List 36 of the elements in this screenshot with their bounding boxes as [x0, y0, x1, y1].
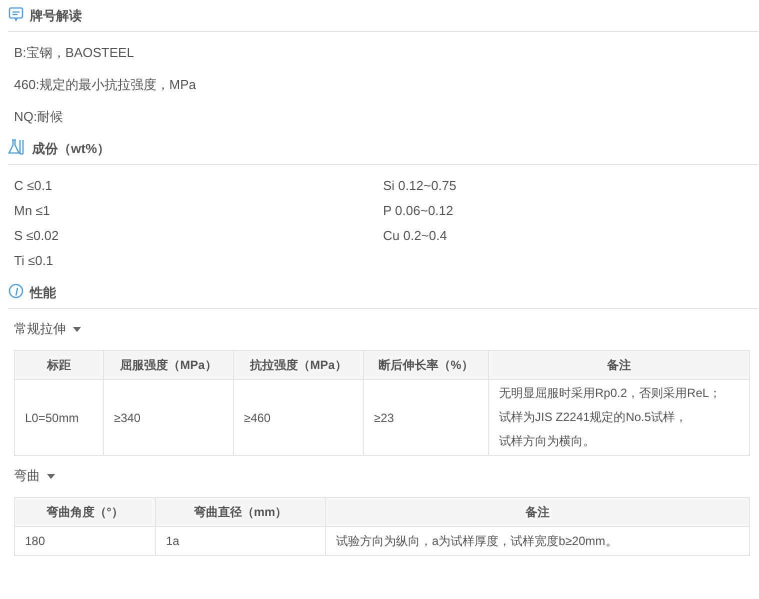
- table-cell: 180: [14, 526, 156, 556]
- element-content: Si 0.12~0.75: [383, 177, 458, 195]
- column-header: 断后伸长率（%）: [364, 350, 488, 380]
- caret-icon: [47, 474, 55, 478]
- table-cell: ≥340: [104, 380, 234, 456]
- gauge-icon: [8, 283, 24, 299]
- element-content: S ≤0.02: [14, 227, 60, 245]
- remarks-cell: 试验方向为纵向，a为试样厚度，试样宽度b≥20mm。: [326, 526, 750, 556]
- table-cell: L0=50mm: [14, 380, 104, 456]
- element-content: Cu 0.2~0.4: [383, 227, 448, 245]
- designation-text: B:宝钢，BAOSTEEL: [14, 44, 135, 62]
- section-title: 牌号解读: [30, 6, 82, 24]
- section-toggle[interactable]: 弯曲: [14, 466, 55, 486]
- table-cell: ≥23: [364, 380, 488, 456]
- column-header: 屈服强度（MPa）: [104, 350, 234, 380]
- message-icon: [8, 6, 24, 22]
- element-content: P 0.06~0.12: [383, 202, 454, 220]
- section-toggle[interactable]: 常规拉伸: [14, 319, 81, 339]
- column-header: 备注: [326, 498, 750, 526]
- element-content: C ≤0.1: [14, 177, 54, 195]
- designation-text: NQ:耐候: [14, 108, 64, 126]
- table-cell: ≥460: [234, 380, 364, 456]
- table-cell: 1a: [156, 526, 326, 556]
- column-header: 备注: [488, 350, 750, 380]
- element-content: Ti ≤0.1: [14, 252, 54, 270]
- section-title: 性能: [30, 284, 56, 302]
- column-header: 弯曲角度（°）: [14, 498, 156, 526]
- section-title: 成份（wt%）: [32, 140, 110, 158]
- remarks-cell: 无明显屈服时采用Rp0.2，否则采用ReL； 试样为JIS Z2241规定的No.5试样， 试样方向为横向。: [488, 380, 750, 456]
- column-header: 抗拉强度（MPa）: [234, 350, 364, 380]
- designation-text: 460:规定的最小抗拉强度，MPa: [14, 76, 198, 94]
- caret-icon: [73, 326, 81, 332]
- element-content: Mn ≤1: [14, 202, 52, 220]
- column-header: 标距: [14, 350, 104, 380]
- column-header: 弯曲直径（mm）: [156, 498, 326, 526]
- flask-icon: [8, 139, 26, 155]
